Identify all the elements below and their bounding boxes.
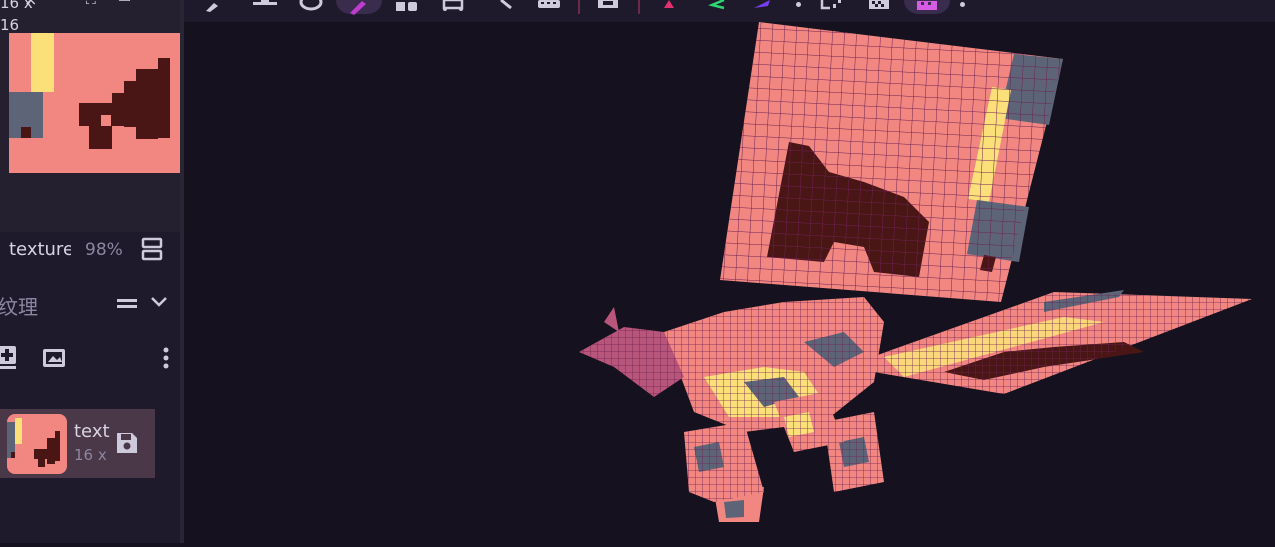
split-icon[interactable]: ▭ <box>118 0 131 6</box>
add-texture-icon[interactable] <box>0 344 20 370</box>
checkered-icon[interactable] <box>866 0 892 18</box>
texture-size-line-2: 16 <box>0 16 20 34</box>
save-icon[interactable] <box>115 431 139 455</box>
mirror-y-icon[interactable] <box>704 0 730 18</box>
pencil-icon[interactable] <box>336 0 382 15</box>
eraser-icon[interactable] <box>298 0 324 18</box>
import-image-icon[interactable] <box>42 347 66 369</box>
creature-body <box>579 297 884 432</box>
texture-item-size: 16 x <box>74 446 107 464</box>
texture-item-name: text <box>74 421 110 442</box>
texture-preview-image[interactable] <box>9 33 180 173</box>
grid-icon[interactable] <box>904 0 950 14</box>
vertex-icon[interactable] <box>441 0 467 18</box>
chevron-icon[interactable]: ⌄ <box>152 0 164 4</box>
close-icon[interactable]: × <box>24 0 37 9</box>
section-title: 纹理 <box>0 295 38 319</box>
fill-line-icon[interactable] <box>251 0 277 18</box>
3d-viewport[interactable] <box>184 22 1275 543</box>
wing-panel-upright <box>720 22 1063 302</box>
mirror-x-icon[interactable] <box>656 0 682 18</box>
magnifier-icon[interactable] <box>490 0 516 18</box>
texture-name-label: texture <box>9 239 71 260</box>
zoom-level: 98% <box>85 240 123 260</box>
keyboard-icon[interactable] <box>536 0 562 18</box>
texture-thumbnail <box>7 414 67 474</box>
image-icon[interactable] <box>595 0 621 18</box>
fullscreen-icon[interactable]: ⛶ <box>86 0 96 8</box>
mirror-z-icon[interactable] <box>748 0 774 18</box>
toolbar-divider-2 <box>638 0 640 14</box>
selection-icon[interactable] <box>818 0 844 18</box>
more-vertical-icon[interactable] <box>161 346 171 370</box>
layout-toggle-icon[interactable] <box>141 236 163 262</box>
shapes-icon[interactable] <box>394 0 420 18</box>
model-render <box>579 22 1252 522</box>
brush-icon[interactable] <box>200 0 226 18</box>
more-icon[interactable] <box>796 2 801 7</box>
menu-lines-icon[interactable] <box>116 296 138 310</box>
wing-panel-flat <box>844 290 1252 394</box>
toolbar-divider <box>578 0 580 14</box>
chevron-down-icon[interactable] <box>150 294 168 310</box>
more-2-icon[interactable] <box>960 2 965 7</box>
